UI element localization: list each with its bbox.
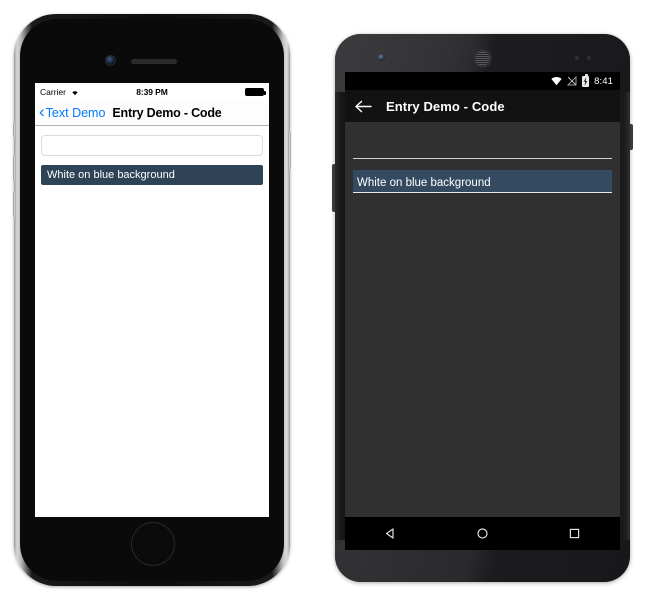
android-screen: 8:41 Entry Demo - Code White on blue bac…	[345, 72, 620, 550]
back-triangle-glyph	[386, 528, 394, 539]
light-sensor-icon	[587, 56, 591, 60]
page-title: Entry Demo - Code	[386, 98, 505, 114]
recents-square-glyph	[569, 528, 579, 539]
volume-rocker[interactable]	[332, 164, 335, 212]
ios-status-right	[245, 87, 266, 96]
volume-up-button[interactable]	[13, 155, 16, 182]
ios-back-button[interactable]: ‹ Text Demo	[39, 102, 106, 121]
silent-switch[interactable]	[13, 122, 16, 138]
no-signal-icon	[567, 76, 577, 86]
volume-down-button[interactable]	[13, 191, 16, 218]
ios-plain-entry[interactable]	[41, 135, 263, 156]
ios-back-label: Text Demo	[45, 105, 106, 120]
iphone-device-mockup: Carrier 8:39 PM ‹ Text Demo Entry Demo -…	[13, 14, 291, 586]
power-button[interactable]	[630, 124, 633, 150]
iphone-screen: Carrier 8:39 PM ‹ Text Demo Entry Demo -…	[35, 83, 269, 517]
android-white-on-blue-entry[interactable]: White on blue background	[353, 170, 612, 193]
android-white-on-blue-entry-value: White on blue background	[357, 177, 491, 189]
recents-square-icon[interactable]	[568, 527, 581, 540]
back-triangle-icon[interactable]	[384, 527, 397, 540]
earpiece-speaker-icon	[473, 50, 491, 67]
android-device-mockup: 8:41 Entry Demo - Code White on blue bac…	[330, 14, 635, 586]
page-title: Entry Demo - Code	[112, 105, 222, 120]
home-circle-glyph	[477, 528, 488, 539]
android-content-area: White on blue background	[345, 122, 620, 517]
charging-bolt-icon	[583, 76, 588, 86]
home-circle-icon[interactable]	[476, 527, 489, 540]
chevron-left-icon: ‹	[39, 102, 45, 121]
wifi-icon	[551, 76, 562, 85]
android-navigation-bar	[345, 517, 620, 550]
ios-status-bar: Carrier 8:39 PM	[35, 83, 269, 100]
ios-content-area: White on blue background	[35, 126, 269, 517]
ios-white-on-blue-entry-value: White on blue background	[47, 169, 175, 181]
home-button[interactable]	[131, 522, 175, 566]
power-button[interactable]	[288, 132, 291, 170]
earpiece-speaker-icon	[131, 59, 177, 64]
android-plain-entry[interactable]	[353, 139, 612, 159]
front-camera-icon	[378, 54, 385, 61]
ios-navigation-bar: ‹ Text Demo Entry Demo - Code	[35, 100, 269, 126]
battery-charging-icon	[582, 74, 590, 87]
android-clock: 8:41	[594, 75, 613, 87]
proximity-sensor-icon	[575, 56, 579, 60]
ios-clock: 8:39 PM	[136, 86, 168, 97]
front-camera-icon	[106, 56, 115, 65]
arrow-left-icon[interactable]	[355, 100, 372, 113]
arrow-left-glyph	[355, 100, 372, 112]
ios-white-on-blue-entry[interactable]: White on blue background	[41, 165, 263, 185]
android-status-bar: 8:41	[345, 72, 620, 90]
android-action-bar: Entry Demo - Code	[345, 90, 620, 122]
battery-full-icon	[245, 87, 266, 96]
